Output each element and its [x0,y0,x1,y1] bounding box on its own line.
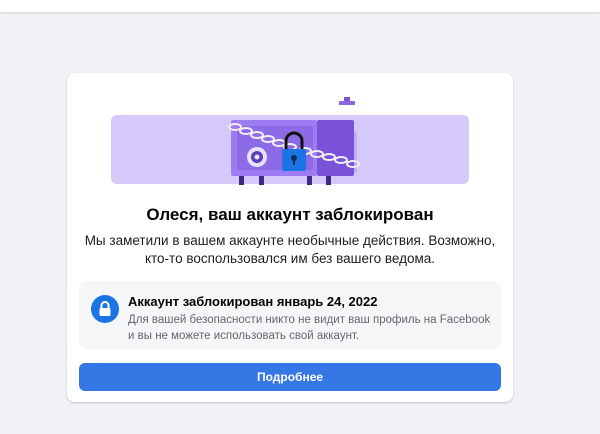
learn-more-button[interactable]: Подробнее [79,363,501,391]
top-navigation-bar [0,0,600,12]
description-text: Мы заметили в вашем аккаунте необычные д… [84,233,496,266]
lock-icon [91,295,119,323]
notice-title: Аккаунт заблокирован январь 24, 2022 [128,294,378,309]
locked-safe-illustration [111,97,469,185]
account-locked-card: Олеся, ваш аккаунт заблокирован Мы замет… [67,73,513,402]
lock-notice: Аккаунт заблокирован январь 24, 2022 Для… [79,281,501,349]
notice-text: Для вашей безопасности никто не видит ва… [128,314,491,342]
page-title: Олеся, ваш аккаунт заблокирован [146,205,434,224]
